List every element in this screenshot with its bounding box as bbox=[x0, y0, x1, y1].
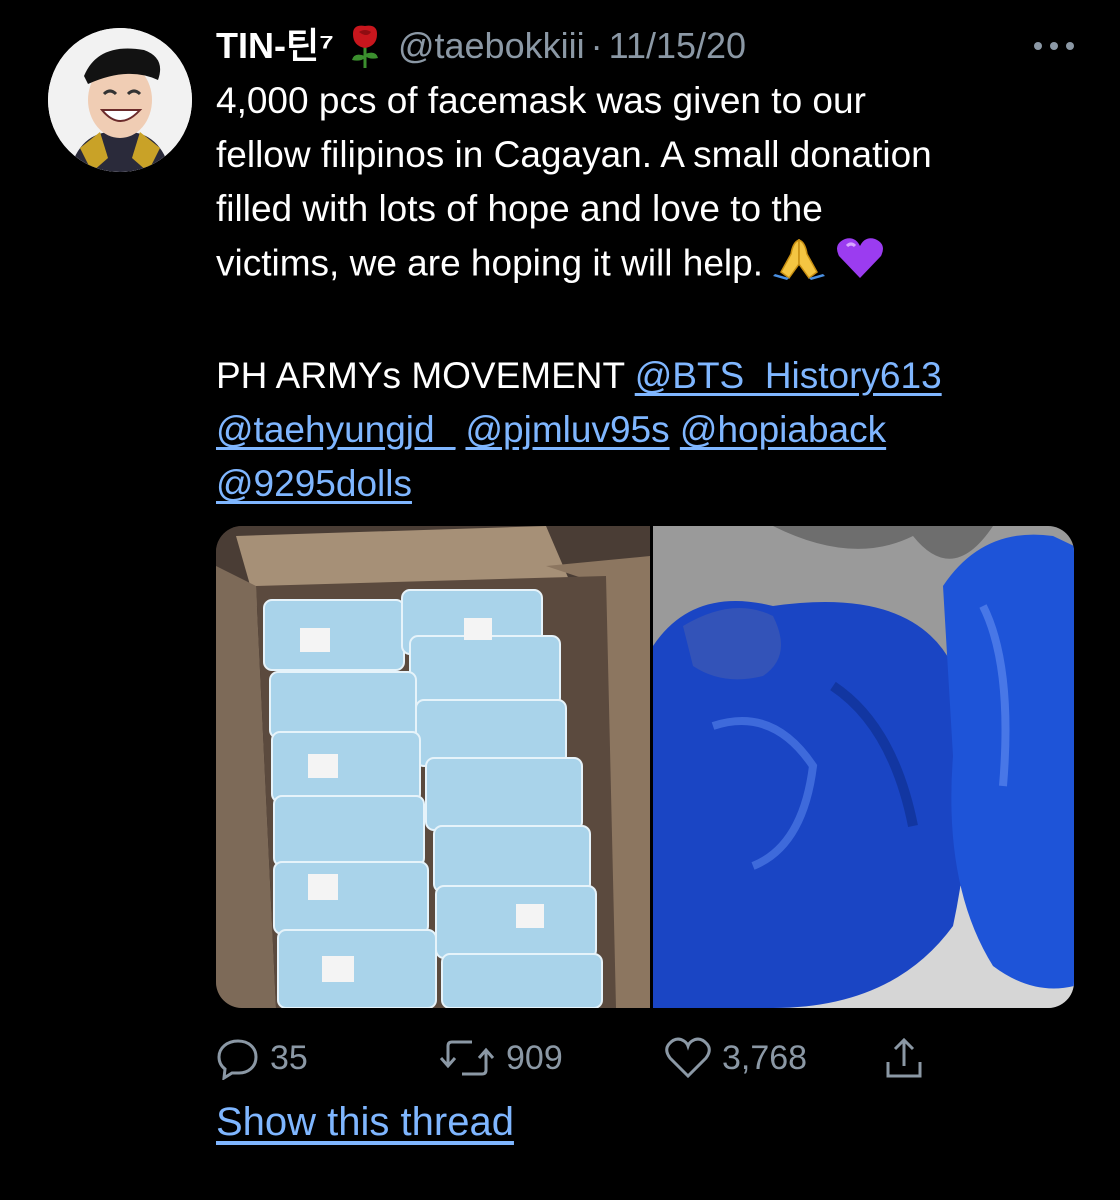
share-button[interactable] bbox=[882, 1028, 936, 1088]
tweet-line: fellow filipinos in Cagayan. A small don… bbox=[216, 134, 932, 175]
user-handle[interactable]: @taebokkiii bbox=[398, 22, 585, 70]
mention-link[interactable]: @pjmluv95s bbox=[465, 409, 669, 450]
tweet-text: 4,000 pcs of facemask was given to our f… bbox=[216, 74, 1096, 511]
tweet-header: TIN-틴⁷ @taebokkiii · 11/15/20 bbox=[216, 22, 1080, 70]
like-count: 3,768 bbox=[722, 1038, 808, 1077]
like-button[interactable]: 3,768 bbox=[664, 1028, 807, 1088]
tweet-line: victims, we are hoping it will help. bbox=[216, 242, 763, 284]
tweet-date[interactable]: 11/15/20 bbox=[609, 22, 746, 70]
display-name[interactable]: TIN-틴⁷ bbox=[216, 22, 334, 70]
mention-link[interactable]: @hopiaback bbox=[680, 409, 886, 450]
tweet-line-movement: PH ARMYs MOVEMENT @BTS_History613 bbox=[216, 349, 1096, 403]
show-thread-link[interactable]: Show this thread bbox=[216, 1100, 514, 1145]
blue-bags-photo[interactable] bbox=[653, 526, 1074, 1008]
reply-icon bbox=[217, 1039, 258, 1080]
reply-button[interactable]: 35 bbox=[216, 1028, 308, 1088]
mention-link[interactable]: @BTS_History613 bbox=[635, 355, 942, 396]
folded-hands-emoji bbox=[771, 236, 827, 295]
tweet-media bbox=[216, 526, 1074, 1008]
tweet-line-with-emoji: victims, we are hoping it will help. bbox=[216, 236, 1096, 295]
share-icon bbox=[886, 1037, 922, 1078]
separator-dot: · bbox=[590, 25, 603, 66]
user-avatar[interactable] bbox=[48, 28, 192, 172]
purple-heart-emoji bbox=[835, 236, 885, 295]
rose-emoji bbox=[348, 24, 382, 68]
more-dots-icon[interactable] bbox=[1034, 36, 1074, 56]
tweet-line: filled with lots of hope and love to the bbox=[216, 188, 823, 229]
tweet-line-mentions: @9295dolls bbox=[216, 457, 1096, 511]
tweet-line-mentions: @taehyungjd_ @pjmluv95s @hopiaback bbox=[216, 403, 1096, 457]
mention-link[interactable]: @9295dolls bbox=[216, 463, 412, 504]
mention-link[interactable]: @taehyungjd_ bbox=[216, 409, 455, 450]
tweet-line: 4,000 pcs of facemask was given to our bbox=[216, 80, 866, 121]
like-icon bbox=[665, 1037, 711, 1079]
retweet-icon bbox=[439, 1040, 495, 1076]
retweet-count: 909 bbox=[506, 1038, 563, 1077]
movement-label: PH ARMYs MOVEMENT bbox=[216, 355, 625, 396]
tweet-actions: 35 909 3,768 bbox=[216, 1028, 976, 1088]
facemask-box-photo[interactable] bbox=[216, 526, 650, 1008]
retweet-button[interactable]: 909 bbox=[438, 1028, 563, 1088]
reply-count: 35 bbox=[270, 1038, 308, 1077]
